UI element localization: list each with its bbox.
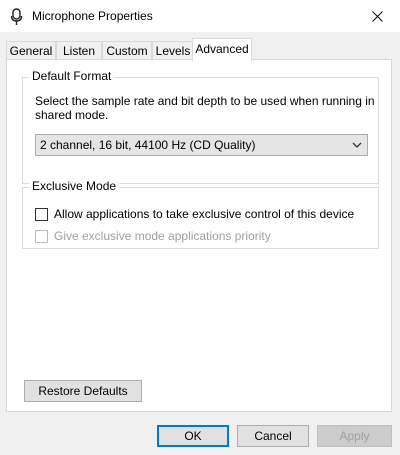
tab-custom[interactable]: Custom xyxy=(102,41,152,59)
allow-exclusive-checkbox[interactable] xyxy=(35,207,48,221)
ok-button[interactable]: OK xyxy=(157,425,229,447)
cancel-button[interactable]: Cancel xyxy=(237,425,309,447)
exclusive-priority-row[interactable]: Give exclusive mode applications priorit… xyxy=(35,228,271,244)
microphone-icon xyxy=(10,8,23,25)
allow-exclusive-label: Allow applications to take exclusive con… xyxy=(54,207,355,221)
close-button[interactable] xyxy=(354,0,400,32)
chevron-down-icon xyxy=(352,142,362,148)
default-format-group: Default Format Select the sample rate an… xyxy=(22,69,379,184)
tab-listen[interactable]: Listen xyxy=(56,41,102,59)
tab-general[interactable]: General xyxy=(6,41,56,59)
apply-button[interactable]: Apply xyxy=(317,425,392,447)
advanced-panel: Default Format Select the sample rate an… xyxy=(6,59,392,412)
default-format-title: Default Format xyxy=(29,69,115,83)
exclusive-priority-checkbox[interactable] xyxy=(35,229,48,243)
exclusive-priority-label: Give exclusive mode applications priorit… xyxy=(54,229,271,243)
window-title: Microphone Properties xyxy=(32,9,153,23)
exclusive-mode-title: Exclusive Mode xyxy=(29,179,120,193)
default-format-selected: 2 channel, 16 bit, 44100 Hz (CD Quality) xyxy=(40,138,256,152)
allow-exclusive-row[interactable]: Allow applications to take exclusive con… xyxy=(35,206,354,222)
tab-advanced[interactable]: Advanced xyxy=(192,38,252,61)
tab-levels[interactable]: Levels xyxy=(152,41,194,59)
close-icon xyxy=(371,10,383,22)
default-format-description: Select the sample rate and bit depth to … xyxy=(35,94,375,122)
title-bar: Microphone Properties xyxy=(0,0,400,32)
restore-defaults-button[interactable]: Restore Defaults xyxy=(24,380,142,402)
exclusive-mode-group: Exclusive Mode Allow applications to tak… xyxy=(22,179,379,249)
default-format-dropdown[interactable]: 2 channel, 16 bit, 44100 Hz (CD Quality) xyxy=(35,134,368,156)
